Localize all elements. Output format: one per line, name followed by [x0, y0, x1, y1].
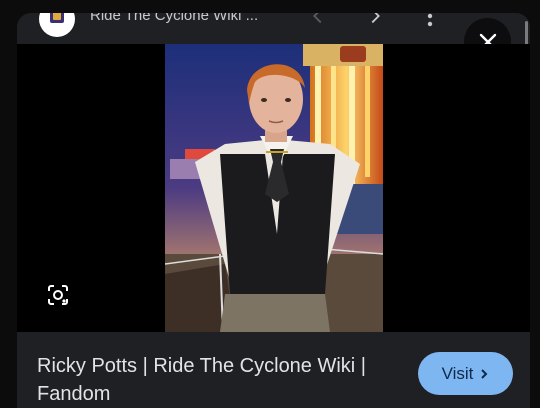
visit-label: Visit [441, 363, 474, 383]
chevron-left-icon[interactable] [307, 13, 329, 27]
chevron-right-icon [481, 368, 488, 379]
lens-search-button[interactable] [43, 280, 73, 310]
image-viewer [17, 44, 530, 332]
result-info: Ricky Potts | Ride The Cyclone Wiki | Fa… [17, 332, 530, 408]
more-vert-icon[interactable] [421, 13, 439, 29]
site-title[interactable]: Ride The Cyclone Wiki ... [90, 13, 258, 24]
google-lens-icon [48, 285, 68, 305]
preview-image[interactable] [165, 44, 383, 332]
visit-button[interactable]: Visit [418, 352, 513, 395]
result-title[interactable]: Ricky Potts | Ride The Cyclone Wiki | Fa… [37, 352, 387, 408]
chevron-right-icon[interactable] [364, 13, 386, 27]
site-favicon-icon[interactable] [39, 13, 75, 37]
top-bar: Ride The Cyclone Wiki ... [17, 13, 530, 43]
image-preview-panel: Ride The Cyclone Wiki ... Ricky Potts | … [17, 13, 530, 408]
